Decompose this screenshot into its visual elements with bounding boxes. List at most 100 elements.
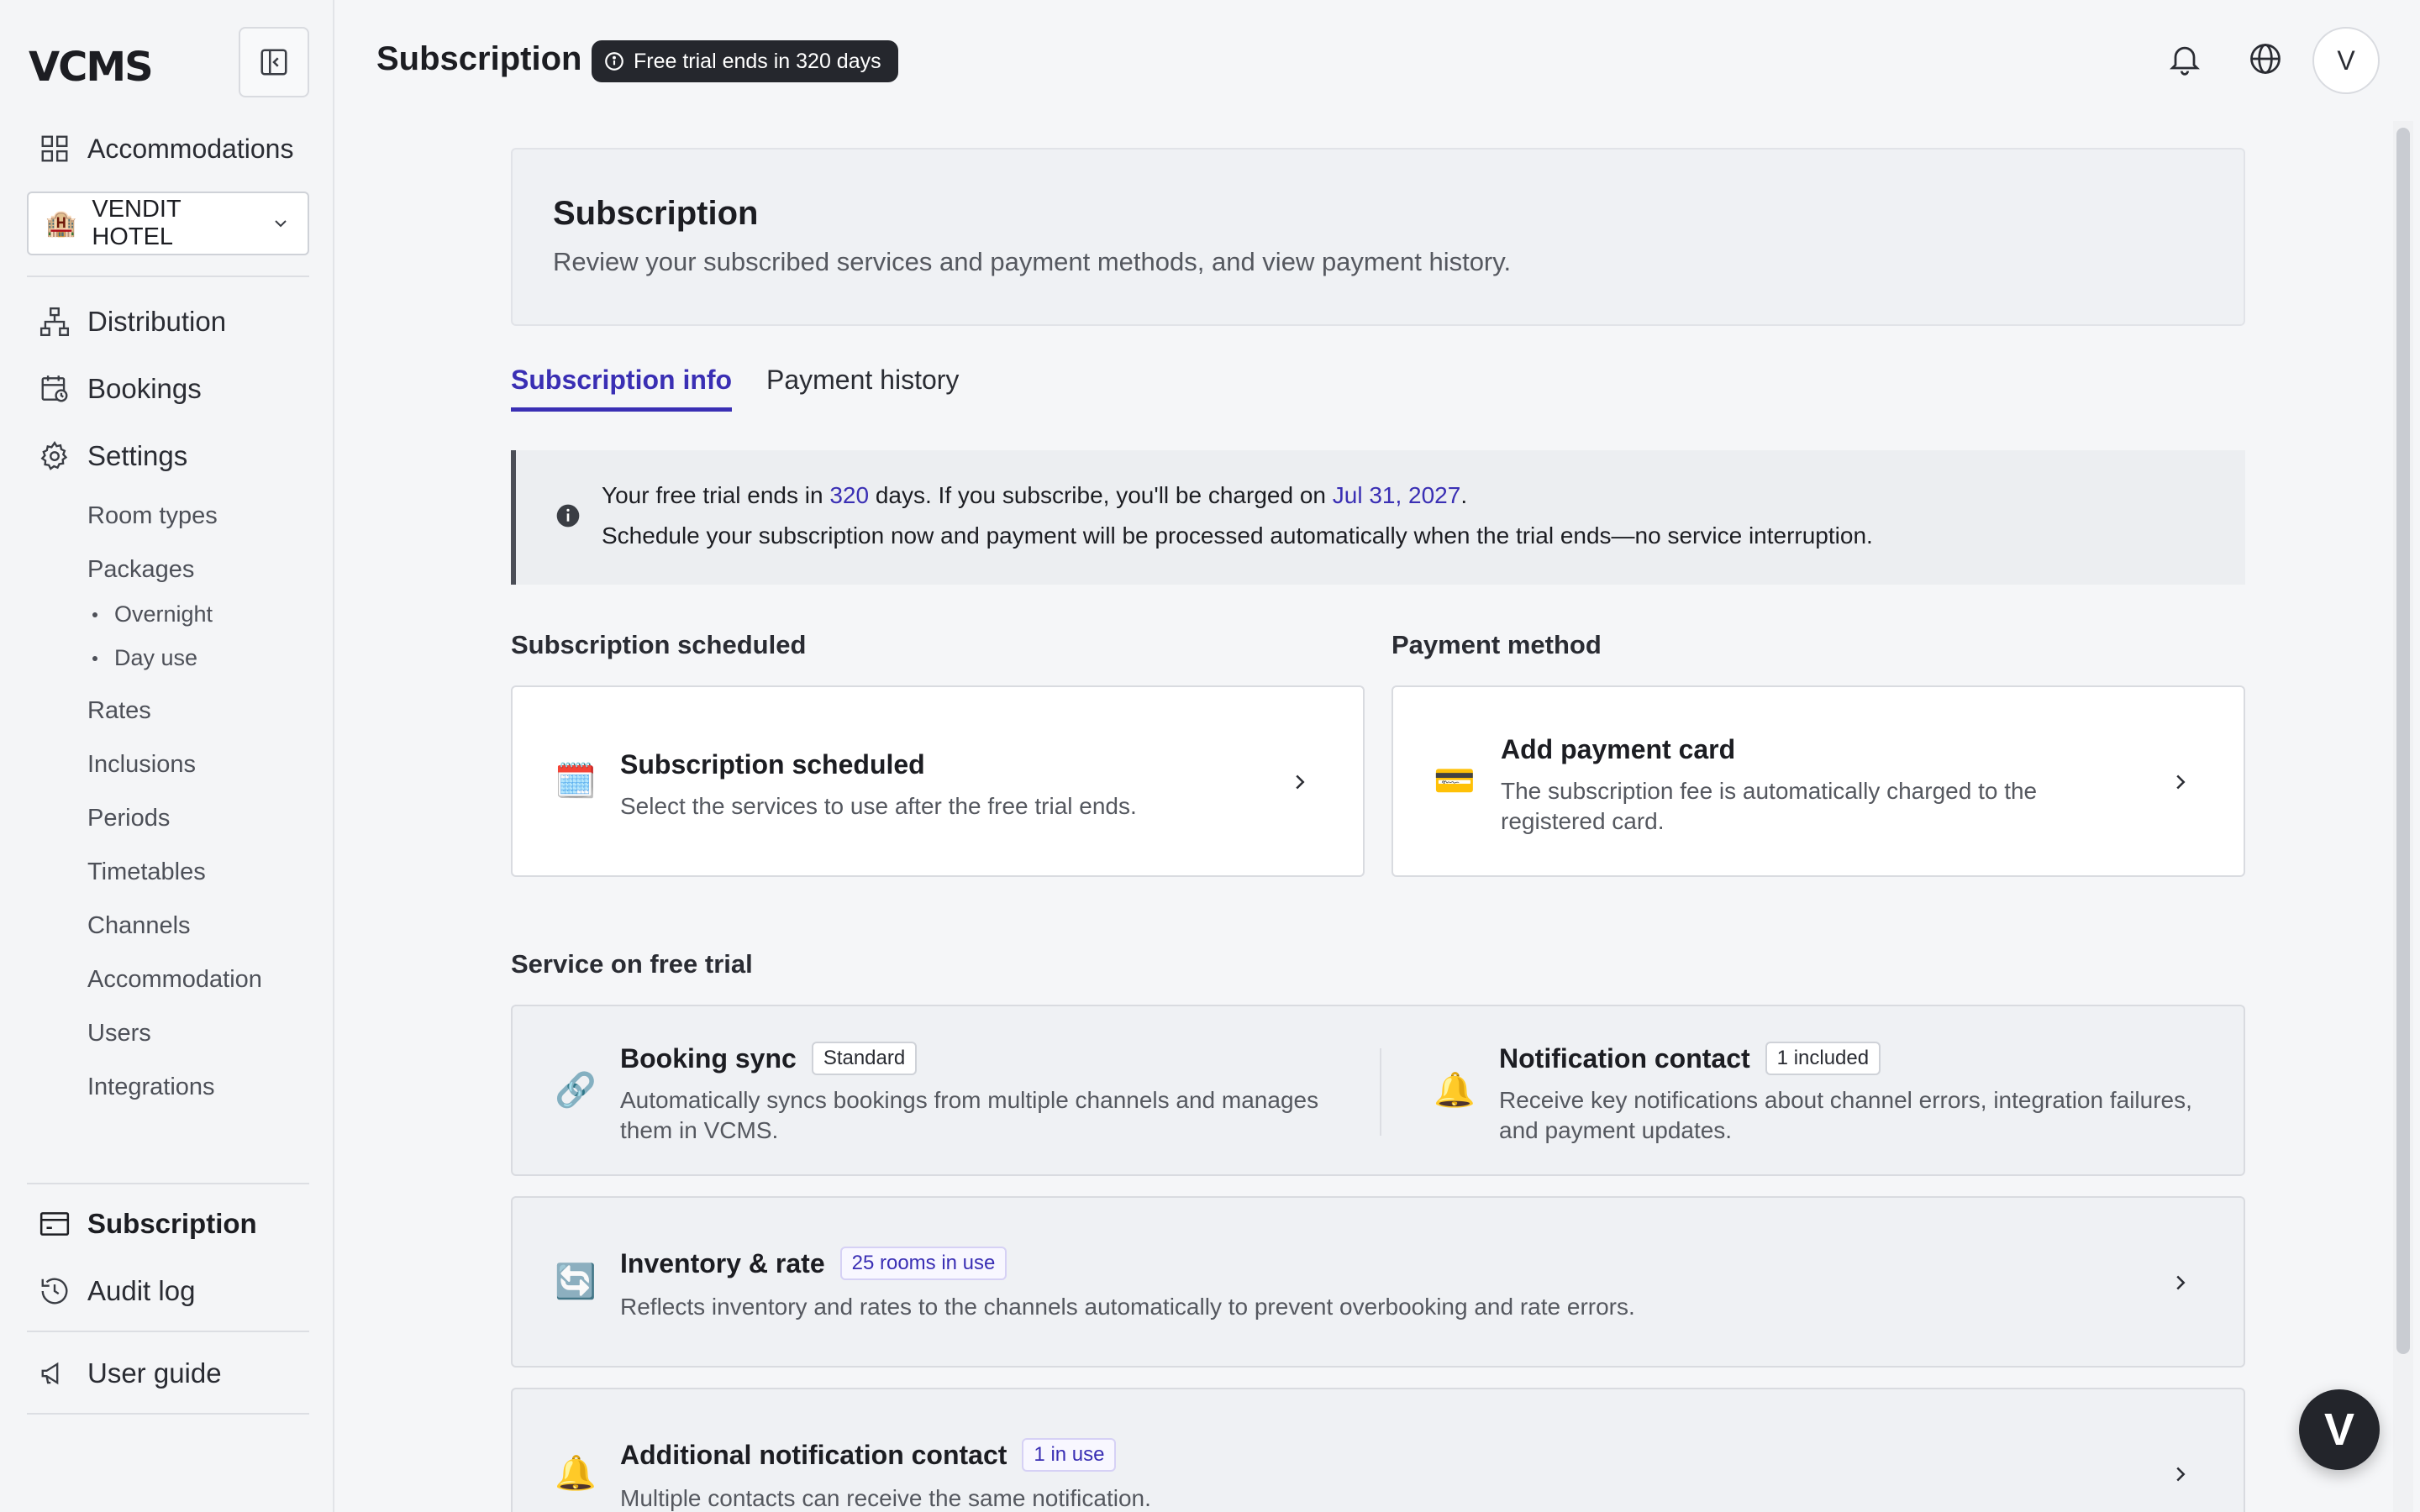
trial-badge-text: Free trial ends in 320 days xyxy=(634,49,881,73)
divider xyxy=(27,276,309,277)
nav-label: Distribution xyxy=(87,306,227,337)
avatar[interactable]: V xyxy=(2312,27,2380,94)
hotel-selector[interactable]: 🏨 VENDIT HOTEL xyxy=(27,192,309,255)
nav-subscription[interactable]: Subscription xyxy=(39,1208,257,1240)
collapse-sidebar-button[interactable] xyxy=(239,27,309,97)
notice-days: 320 xyxy=(829,482,870,508)
bell-icon: 🔔 xyxy=(1434,1072,1476,1109)
card-description: Reflects inventory and rates to the chan… xyxy=(620,1294,1635,1320)
bullet xyxy=(92,612,97,617)
tab-payment-history[interactable]: Payment history xyxy=(766,365,959,396)
section-title-scheduled: Subscription scheduled xyxy=(511,630,807,659)
nav-settings[interactable]: Settings xyxy=(39,440,187,472)
settings-users[interactable]: Users xyxy=(87,1020,151,1047)
notice-date: Jul 31, 2027 xyxy=(1332,482,1461,508)
notice-text: . xyxy=(1460,482,1468,508)
card-description-line: them in VCMS. xyxy=(620,1117,779,1143)
nav-audit-log[interactable]: Audit log xyxy=(39,1275,195,1307)
card-description-line: registered card. xyxy=(1501,808,1665,834)
settings-channels[interactable]: Channels xyxy=(87,912,191,940)
settings-inclusions[interactable]: Inclusions xyxy=(87,751,196,779)
nav-distribution[interactable]: Distribution xyxy=(39,306,226,338)
nav-label: Bookings xyxy=(87,373,202,404)
info-icon xyxy=(556,504,580,528)
tier-badge: Standard xyxy=(811,1042,918,1075)
vcms-logo[interactable]: VCMS xyxy=(29,44,154,91)
card-title-text: Notification contact xyxy=(1499,1042,1750,1074)
nav-user-guide[interactable]: User guide xyxy=(39,1357,222,1389)
hotel-icon: 🏨 xyxy=(45,209,77,238)
card-title: Subscription scheduled xyxy=(620,749,925,780)
section-title-free-trial: Service on free trial xyxy=(511,949,753,979)
tab-subscription-info[interactable]: Subscription info xyxy=(511,365,733,412)
settings-periods[interactable]: Periods xyxy=(87,805,170,832)
chevron-right-icon xyxy=(2176,1275,2186,1290)
bell-icon[interactable] xyxy=(2166,40,2203,77)
vertical-divider xyxy=(1380,1048,1381,1136)
card-icon xyxy=(39,1212,70,1236)
history-icon xyxy=(41,1278,68,1305)
card-description: The subscription fee is automatically ch… xyxy=(1501,776,2037,837)
card-description-line: Receive key notifications about channel … xyxy=(1499,1087,2192,1113)
chevron-down-icon xyxy=(275,220,287,228)
chevron-right-icon xyxy=(1296,774,1305,790)
calendar-clock-icon xyxy=(41,375,68,402)
notice-line-1: Your free trial ends in 320 days. If you… xyxy=(602,482,1467,509)
package-label: Overnight xyxy=(114,601,213,627)
settings-packages[interactable]: Packages xyxy=(87,556,194,584)
hero-panel: Subscription Review your subscribed serv… xyxy=(511,148,2245,326)
notice-text: days. If you subscribe, you'll be charge… xyxy=(869,482,1333,508)
package-day-use[interactable]: Day use xyxy=(92,645,197,671)
divider xyxy=(27,1183,309,1184)
settings-room-types[interactable]: Room types xyxy=(87,502,218,530)
notice-line-2: Schedule your subscription now and payme… xyxy=(602,522,1873,549)
scrollbar-thumb[interactable] xyxy=(2396,128,2410,1354)
notice-text: Your free trial ends in xyxy=(602,482,830,508)
additional-notification-title: Additional notification contact 1 in use xyxy=(620,1438,1117,1472)
booking-sync-title: Booking sync Standard xyxy=(620,1042,918,1075)
additional-notification-card[interactable]: 🔔 Additional notification contact 1 in us… xyxy=(511,1388,2245,1512)
hero-description: Review your subscribed services and paym… xyxy=(553,247,1512,276)
sidebar: VCMS Accommodations 🏨 VENDIT HOTEL Distr… xyxy=(0,0,334,1512)
credit-card-icon: 💳 xyxy=(1434,763,1476,800)
notification-contact-description: Receive key notifications about channel … xyxy=(1499,1085,2192,1146)
help-chat-button[interactable]: V xyxy=(2299,1389,2380,1470)
globe-icon[interactable] xyxy=(2247,40,2284,77)
count-badge: 1 included xyxy=(1765,1042,1881,1075)
refresh-icon: 🔄 xyxy=(555,1263,597,1300)
divider xyxy=(27,1331,309,1332)
hotel-name: VENDIT HOTEL xyxy=(92,196,182,250)
page-title: Subscription xyxy=(376,40,582,77)
usage-badge: 25 rooms in use xyxy=(839,1247,1007,1280)
bullet xyxy=(92,655,97,661)
settings-accommodation[interactable]: Accommodation xyxy=(87,966,262,994)
chevron-right-icon xyxy=(2176,774,2186,790)
add-payment-card[interactable]: 💳 Add payment card The subscription fee … xyxy=(1392,685,2245,877)
nav-bookings[interactable]: Bookings xyxy=(39,373,202,405)
trial-badge: Free trial ends in 320 days xyxy=(592,40,898,82)
settings-rates[interactable]: Rates xyxy=(87,697,151,725)
nav-label: User guide xyxy=(87,1357,222,1389)
usage-badge: 1 in use xyxy=(1022,1438,1117,1472)
package-overnight[interactable]: Overnight xyxy=(92,601,213,627)
card-description-line: Automatically syncs bookings from multip… xyxy=(620,1087,1319,1113)
card-title-text: Additional notification contact xyxy=(620,1439,1007,1470)
settings-integrations[interactable]: Integrations xyxy=(87,1074,215,1101)
chevron-right-icon xyxy=(2176,1467,2186,1482)
card-title-text: Inventory & rate xyxy=(620,1247,825,1278)
subscription-scheduled-card[interactable]: 🗓️ Subscription scheduled Select the ser… xyxy=(511,685,1365,877)
nav-label: Audit log xyxy=(87,1275,196,1306)
nav-accommodations[interactable]: Accommodations xyxy=(39,133,293,165)
info-icon xyxy=(605,52,623,71)
gear-icon xyxy=(40,440,68,470)
card-description-line: and payment updates. xyxy=(1499,1117,1733,1143)
card-description: Select the services to use after the fre… xyxy=(620,793,1137,819)
inventory-rate-card[interactable]: 🔄 Inventory & rate 25 rooms in use Reflec… xyxy=(511,1196,2245,1368)
bell-icon: 🔔 xyxy=(555,1455,597,1492)
settings-timetables[interactable]: Timetables xyxy=(87,858,206,886)
calendar-icon: 🗓️ xyxy=(555,763,597,800)
nav-label: Accommodations xyxy=(87,133,294,164)
nav-label: Settings xyxy=(87,440,188,471)
card-title-text: Booking sync xyxy=(620,1042,797,1074)
divider xyxy=(27,1413,309,1415)
